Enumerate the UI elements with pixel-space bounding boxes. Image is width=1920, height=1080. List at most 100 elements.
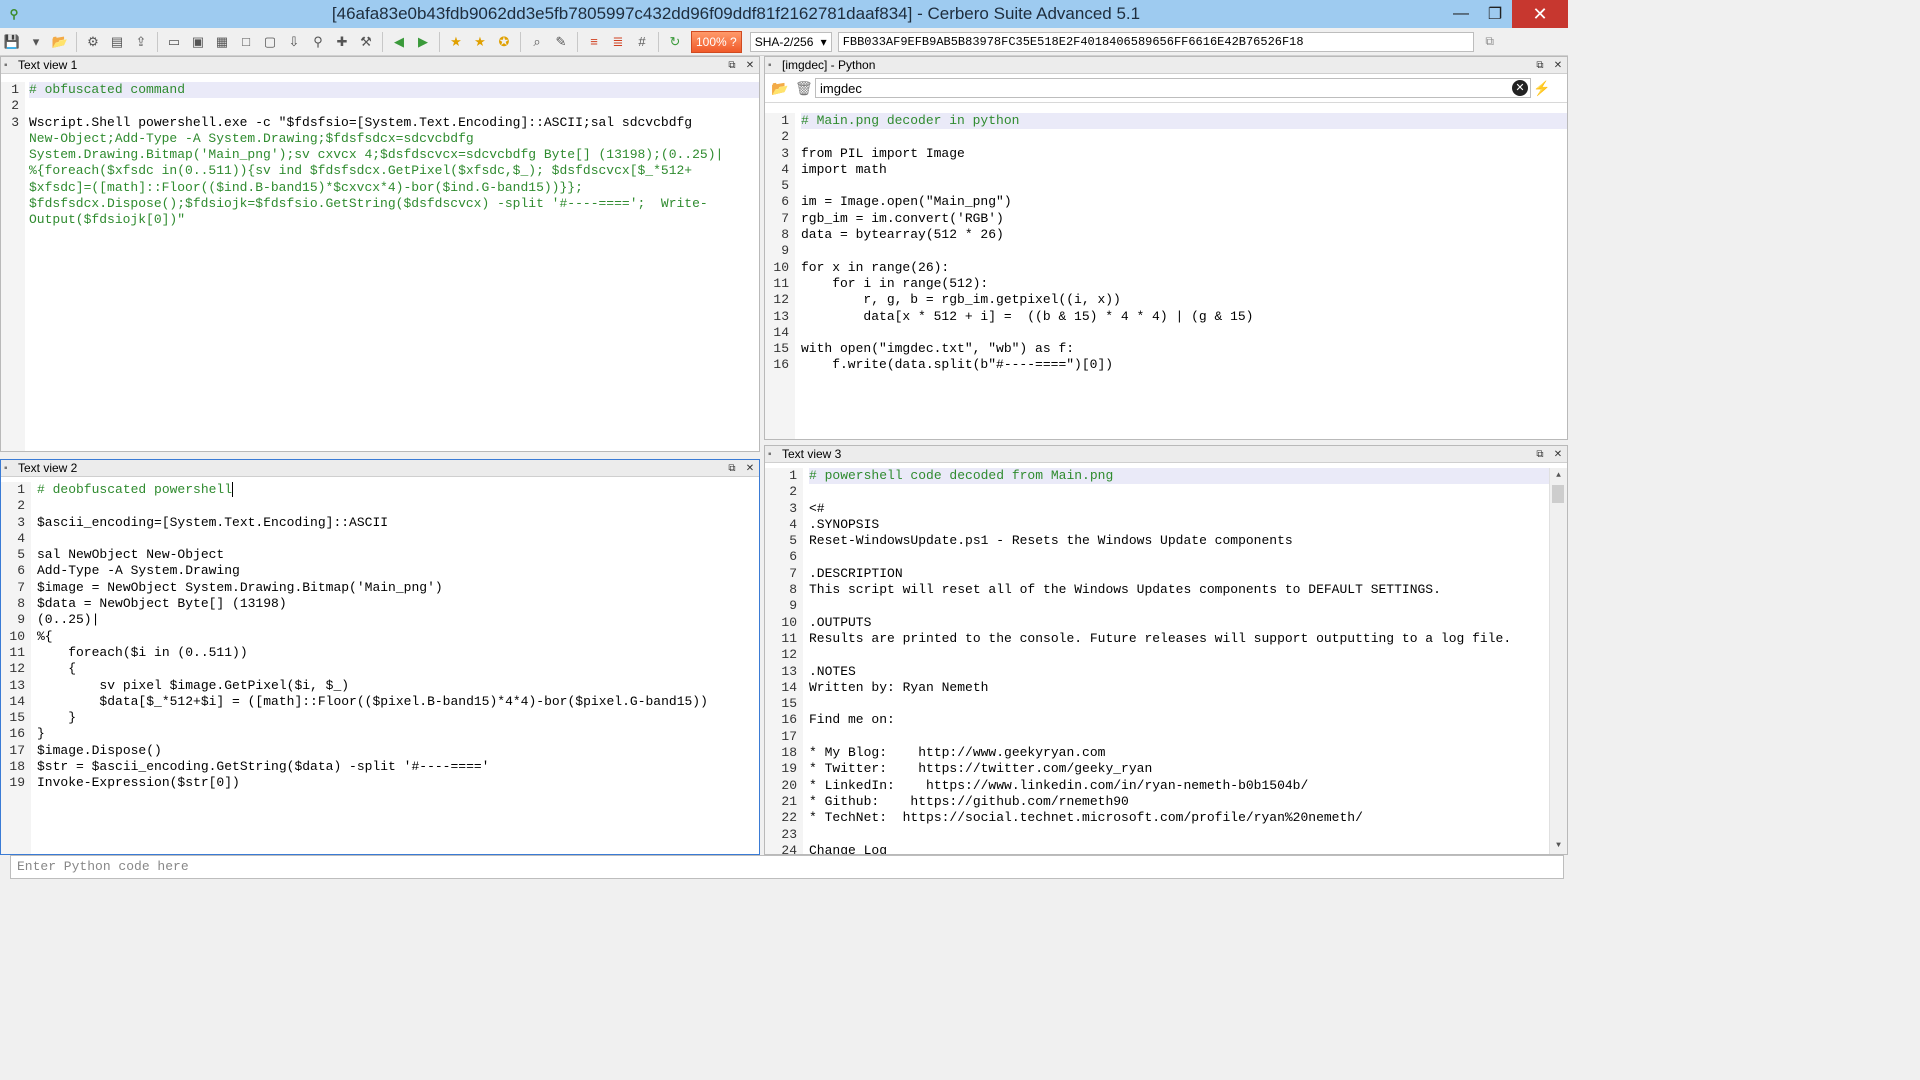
close-icon[interactable]: ✕ xyxy=(741,463,759,474)
code-line: %{foreach($xfsdc in(0..511)){sv ind $fds… xyxy=(29,163,693,179)
code-line: New-Object;Add-Type -A System.Drawing;$f… xyxy=(29,130,474,146)
toolbar-separator xyxy=(382,31,383,52)
folder-icon[interactable]: 📂 xyxy=(771,80,795,97)
python-command-input[interactable]: Enter Python code here xyxy=(10,855,1564,879)
export-icon[interactable]: ⇪ xyxy=(130,31,152,53)
add-icon[interactable]: ✚ xyxy=(331,31,353,53)
close-button[interactable]: ✕ xyxy=(1512,0,1568,28)
minimize-button[interactable]: — xyxy=(1444,0,1478,28)
star-add-icon[interactable]: ★ xyxy=(445,31,467,53)
code-editor[interactable]: 1 2 3 4 5 6 7 8 9 10 11 12 13 14 15 16 17 18 19 20 21 22 23 24 … xyxy=(765,468,1567,854)
script-name-input[interactable]: imgdec ✕ xyxy=(815,78,1531,98)
code-line: # powershell code decoded from Main.png xyxy=(809,468,1549,485)
code-line: This script will reset all of the Window… xyxy=(809,582,1441,598)
clear-icon[interactable]: ✕ xyxy=(1512,80,1528,96)
toolbar-separator xyxy=(658,31,659,52)
line-gutter: 1 2 3 xyxy=(1,82,25,451)
run-icon[interactable]: ⚡ xyxy=(1531,80,1553,97)
close-icon[interactable]: ✕ xyxy=(1549,449,1567,460)
panel-title: Text view 3 xyxy=(782,447,842,461)
line-number: 15 xyxy=(773,341,789,357)
settings-icon[interactable]: ⚙ xyxy=(82,31,104,53)
open-icon[interactable]: 📂 xyxy=(49,31,71,53)
scroll-down-icon[interactable]: ▼ xyxy=(1550,838,1567,854)
code-line: for i in range(512): xyxy=(801,275,989,291)
split-icon[interactable]: ▣ xyxy=(187,31,209,53)
panel-title: Text view 2 xyxy=(18,461,78,475)
line-number: 4 xyxy=(781,161,789,177)
forward-icon[interactable]: ▶ xyxy=(412,31,434,53)
line-number: 23 xyxy=(781,826,797,842)
line-number: 17 xyxy=(9,742,25,758)
code-line: Change Log xyxy=(809,842,888,854)
code-lines: # deobfuscated powershell $ascii_encodin… xyxy=(37,482,759,854)
line-number: 8 xyxy=(781,227,789,243)
save-icon[interactable]: 💾 xyxy=(1,31,23,53)
hash-icon[interactable]: # xyxy=(631,31,653,53)
search-icon[interactable]: ⚲ xyxy=(307,31,329,53)
float-icon[interactable]: ⧉ xyxy=(723,60,741,71)
layout-icon[interactable]: ▦ xyxy=(211,31,233,53)
trash-icon[interactable]: 🗑 xyxy=(795,80,815,97)
panel-header: ▪ Text view 3 ⧉ ✕ xyxy=(765,446,1567,463)
float-icon[interactable]: ⧉ xyxy=(1531,60,1549,71)
line-number: 2 xyxy=(781,129,789,145)
download-icon[interactable]: ⇩ xyxy=(283,31,305,53)
chevron-down-icon: ▾ xyxy=(820,34,827,49)
maximize-button[interactable]: ❐ xyxy=(1478,0,1512,28)
zoom-badge[interactable]: 100% ? xyxy=(691,30,742,53)
line-number: 14 xyxy=(773,324,789,340)
code-editor[interactable]: 1 2 3 4 5 6 7 8 9 10 11 12 13 14 15 16 17 18 19 # deobfusc… xyxy=(1,482,759,854)
palette-icon[interactable]: ≡ xyxy=(583,31,605,53)
star-icon[interactable]: ★ xyxy=(469,31,491,53)
copy-icon[interactable]: ⧉ xyxy=(1480,32,1500,52)
code-line: System.Drawing.Bitmap('Main_png');sv cxv… xyxy=(29,147,724,163)
code-editor[interactable]: 1 2 3 # obfuscated command Wscript.Shell… xyxy=(1,82,759,451)
code-line: rgb_im = im.convert('RGB') xyxy=(801,210,1004,226)
code-line: # Main.png decoder in python xyxy=(801,113,1567,130)
hash-algorithm-select[interactable]: SHA-2/256 ▾ xyxy=(749,31,832,52)
document-icon[interactable]: ▤ xyxy=(106,31,128,53)
code-line: data[x * 512 + i] = ((b & 15) * 4 * 4) |… xyxy=(801,308,1254,324)
refresh-icon[interactable]: ↻ xyxy=(664,31,686,53)
code-line: Wscript.Shell powershell.exe -c "$fdsfsi… xyxy=(29,114,693,130)
float-icon[interactable]: ⧉ xyxy=(1531,449,1549,460)
grip-icon: ▪ xyxy=(768,448,772,460)
scan-icon[interactable]: ⌕ xyxy=(526,31,548,53)
line-number: 19 xyxy=(781,761,797,777)
edit-icon[interactable]: ✎ xyxy=(550,31,572,53)
scroll-thumb[interactable] xyxy=(1552,485,1564,503)
close-icon[interactable]: ✕ xyxy=(1549,60,1567,71)
dropdown-icon[interactable]: ▾ xyxy=(25,31,47,53)
code-line: %{ xyxy=(37,628,53,644)
line-number: 4 xyxy=(789,516,797,532)
line-number: 11 xyxy=(9,644,25,660)
code-editor[interactable]: 1 2 3 4 5 6 7 8 9 10 11 12 13 14 15 16 # Main.png decod… xyxy=(765,113,1567,439)
scroll-up-icon[interactable]: ▲ xyxy=(1550,468,1567,484)
tools-icon[interactable]: ⚒ xyxy=(355,31,377,53)
line-number: 8 xyxy=(789,582,797,598)
vertical-scrollbar[interactable]: ▲ ▼ xyxy=(1549,468,1567,854)
line-number: 1 xyxy=(781,113,789,128)
line-number: 16 xyxy=(9,726,25,742)
window-icon[interactable]: ▭ xyxy=(163,31,185,53)
line-number: 5 xyxy=(17,547,25,563)
line-number: 14 xyxy=(781,679,797,695)
line-number: 10 xyxy=(9,628,25,644)
line-number: 10 xyxy=(773,259,789,275)
frame-icon[interactable]: □ xyxy=(235,31,257,53)
code-line: .DESCRIPTION xyxy=(809,565,903,581)
palette-alt-icon[interactable]: ≣ xyxy=(607,31,629,53)
code-line: sv pixel $image.GetPixel($i, $_) xyxy=(37,677,350,693)
hash-value-field[interactable]: FBB033AF9EFB9AB5B83978FC35E518E2F4018406… xyxy=(837,31,1474,52)
frame-alt-icon[interactable]: ▢ xyxy=(259,31,281,53)
star-list-icon[interactable]: ✪ xyxy=(493,31,515,53)
float-icon[interactable]: ⧉ xyxy=(723,463,741,474)
back-icon[interactable]: ◀ xyxy=(388,31,410,53)
close-icon[interactable]: ✕ xyxy=(741,60,759,71)
code-line: sal NewObject New-Object xyxy=(37,547,225,563)
